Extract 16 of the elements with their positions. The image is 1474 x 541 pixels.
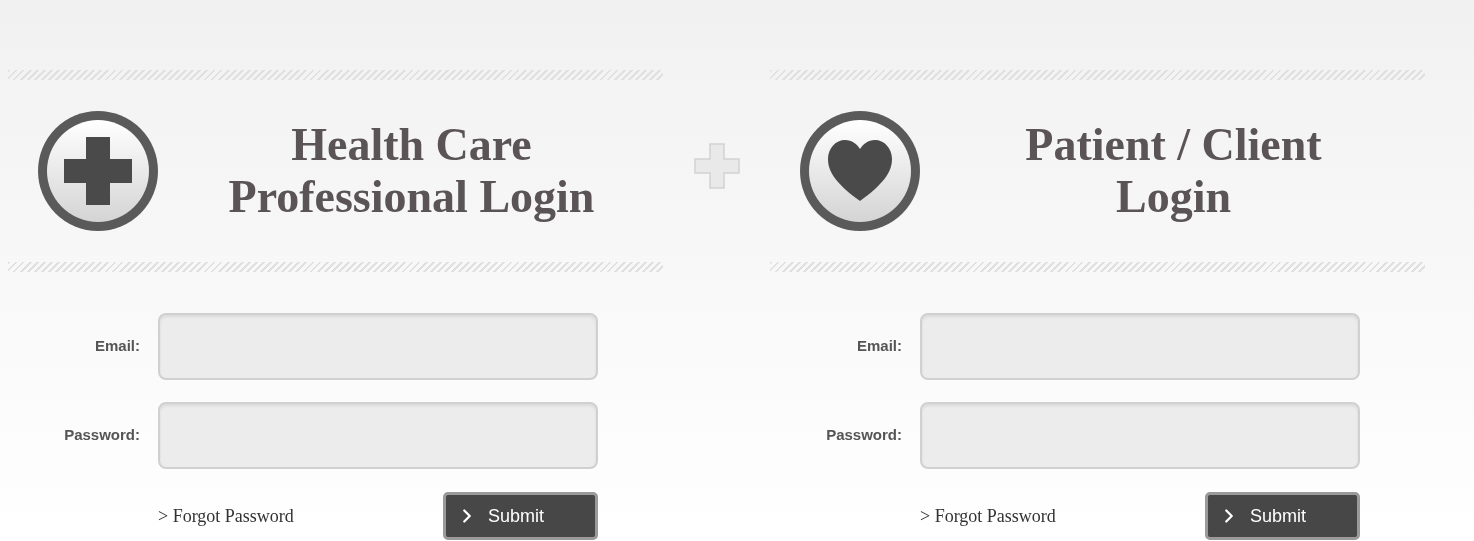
- forgot-password-link[interactable]: > Forgot Password: [158, 502, 443, 530]
- forgot-password-link[interactable]: > Forgot Password: [920, 502, 1205, 530]
- input-field[interactable]: [920, 313, 1360, 380]
- plus-icon: [693, 143, 740, 189]
- field-label: Password:: [63, 425, 140, 446]
- input-field[interactable]: [158, 313, 598, 380]
- field-label: Email:: [856, 336, 902, 357]
- field-label: Email:: [94, 336, 140, 357]
- input-field[interactable]: [158, 402, 598, 469]
- login-title: Health Care Professional Login: [227, 119, 596, 223]
- submit-button[interactable]: Submit: [443, 492, 598, 540]
- field-label: Password:: [825, 425, 902, 446]
- plus-icon: [36, 109, 160, 233]
- submit-button[interactable]: Submit: [1205, 492, 1360, 540]
- login-title: Patient / Client Login: [1024, 119, 1323, 223]
- input-field[interactable]: [920, 402, 1360, 469]
